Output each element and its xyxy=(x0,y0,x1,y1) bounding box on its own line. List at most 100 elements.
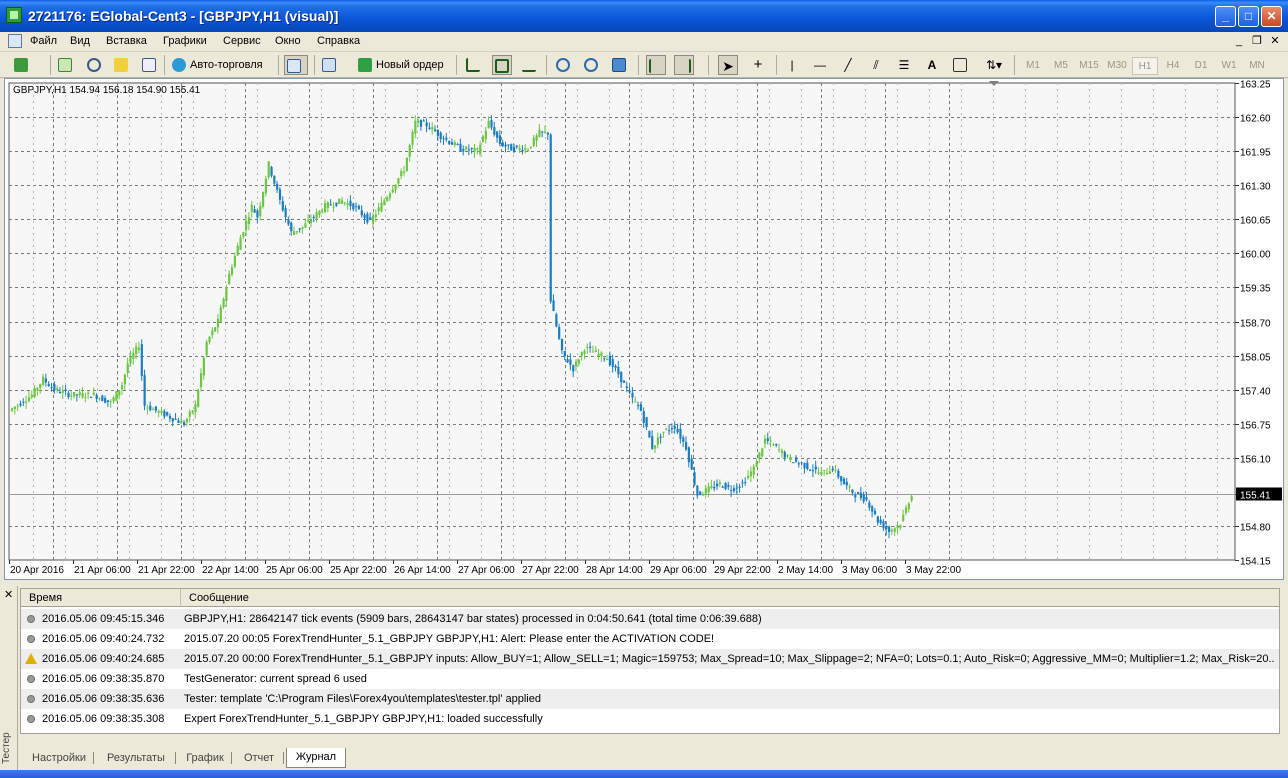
timeframe-d1[interactable]: D1 xyxy=(1188,57,1214,75)
timeframe-mn[interactable]: MN xyxy=(1244,57,1270,75)
candle-body xyxy=(13,406,17,410)
tile-windows-button[interactable] xyxy=(610,55,630,75)
col-time-header[interactable]: Время xyxy=(21,589,181,607)
y-tick-label: 158.05 xyxy=(1240,353,1271,364)
terminal-button[interactable] xyxy=(140,55,160,75)
maximize-button[interactable]: □ xyxy=(1238,6,1259,27)
timeframe-h1[interactable]: H1 xyxy=(1132,57,1158,75)
chart-window[interactable]: 163.25 162.60 161.95 161.30 160.65 160.00 159.… xyxy=(4,78,1284,580)
candle-body xyxy=(109,401,112,403)
mdi-minimize-button[interactable]: _ xyxy=(1232,34,1246,48)
candle-body xyxy=(143,375,146,406)
close-button[interactable]: ✕ xyxy=(1261,6,1282,27)
equidistant-channel-button[interactable]: ⫽ xyxy=(866,55,886,75)
y-tick-label: 155.41 xyxy=(1240,491,1271,502)
autotrading-button[interactable]: Авто-торговля xyxy=(170,55,274,75)
candle-body xyxy=(216,318,220,328)
zoom-out-button[interactable] xyxy=(582,55,602,75)
timeframe-m30[interactable]: M30 xyxy=(1104,57,1130,75)
panel-close-button[interactable]: ✕ xyxy=(4,588,13,601)
candle-body xyxy=(33,387,36,397)
candle-body xyxy=(126,363,129,373)
candle-body xyxy=(439,132,442,139)
horizontal-line-button[interactable]: — xyxy=(810,55,830,75)
line-chart-button[interactable] xyxy=(520,55,540,75)
candlestick-button[interactable] xyxy=(492,55,512,75)
candle-body xyxy=(22,401,25,403)
cursor-tool-button[interactable]: ➤ xyxy=(718,55,738,75)
data-window-button[interactable] xyxy=(85,55,105,75)
price-chart[interactable]: 163.25 162.60 161.95 161.30 160.65 160.00 159.… xyxy=(5,79,1283,579)
log-message: TestGenerator: current spread 6 used xyxy=(184,673,367,685)
candle-body xyxy=(281,201,284,211)
y-tick-label: 161.30 xyxy=(1240,182,1271,193)
market-watch-button[interactable] xyxy=(56,55,76,75)
mdi-restore-button[interactable]: ❐ xyxy=(1250,34,1264,48)
log-row[interactable]: 2016.05.06 09:38:35.870 TestGenerator: cu… xyxy=(21,669,1279,689)
log-time: 2016.05.06 09:40:24.685 xyxy=(42,653,165,665)
candle-body xyxy=(591,351,595,353)
candle-body xyxy=(699,491,702,495)
new-chart-button[interactable] xyxy=(12,55,42,75)
candle-body xyxy=(755,463,758,467)
strategy-tester-button[interactable] xyxy=(284,55,308,75)
chart-template-button[interactable] xyxy=(320,55,350,75)
minimize-button[interactable]: _ xyxy=(1215,6,1236,27)
menu-view[interactable]: Вид xyxy=(70,35,90,47)
menu-insert[interactable]: Вставка xyxy=(106,35,147,47)
menu-help[interactable]: Справка xyxy=(317,35,360,47)
candle-body xyxy=(112,397,115,402)
tab-graph[interactable]: График xyxy=(180,749,232,767)
candle-body xyxy=(620,371,623,383)
col-message-header[interactable]: Сообщение xyxy=(181,589,1279,607)
plot-area[interactable] xyxy=(8,82,1236,561)
log-row[interactable]: 2016.05.06 09:40:24.685 2015.07.20 00:00 … xyxy=(21,649,1279,669)
timeframe-m5[interactable]: M5 xyxy=(1048,57,1074,75)
crosshair-tool-button[interactable]: + xyxy=(748,55,768,75)
timeframe-h4[interactable]: H4 xyxy=(1160,57,1186,75)
new-order-button[interactable]: Новый ордер xyxy=(356,55,448,75)
y-tick-label: 159.35 xyxy=(1240,284,1271,295)
mdi-close-button[interactable]: ✕ xyxy=(1268,34,1282,48)
candle-body xyxy=(465,146,468,150)
auto-scroll-button[interactable] xyxy=(646,55,666,75)
fibonacci-button[interactable]: ☰ xyxy=(894,55,914,75)
menu-tools[interactable]: Сервис xyxy=(223,35,261,47)
candle-body xyxy=(876,516,879,523)
timeframe-m1[interactable]: M1 xyxy=(1020,57,1046,75)
candle-body xyxy=(366,213,369,223)
text-label-button[interactable] xyxy=(950,55,970,75)
candle-body xyxy=(566,359,569,363)
candle-body xyxy=(391,189,394,193)
menu-file[interactable]: Файл xyxy=(30,35,57,47)
timeframe-w1[interactable]: W1 xyxy=(1216,57,1242,75)
candle-body xyxy=(259,205,262,217)
taskbar xyxy=(0,770,1288,778)
chart-shift-button[interactable] xyxy=(674,55,694,75)
log-row[interactable]: 2016.05.06 09:40:24.732 2015.07.20 00:05 … xyxy=(21,629,1279,649)
document-icon[interactable] xyxy=(8,34,22,48)
template-icon xyxy=(322,58,336,72)
tab-journal[interactable]: Журнал xyxy=(286,748,346,768)
menu-charts[interactable]: Графики xyxy=(163,35,207,47)
tab-results[interactable]: Результаты xyxy=(98,749,176,767)
timeframe-m15[interactable]: M15 xyxy=(1076,57,1102,75)
candle-body xyxy=(318,210,321,216)
text-tool-button[interactable]: A xyxy=(922,55,942,75)
log-row[interactable]: 2016.05.06 09:45:15.346 GBPJPY,H1: 286421… xyxy=(21,609,1279,629)
vertical-line-button[interactable]: | xyxy=(782,55,802,75)
trend-line-button[interactable]: ╱ xyxy=(838,55,858,75)
candle-body xyxy=(730,490,733,492)
bar-chart-button[interactable] xyxy=(464,55,484,75)
navigator-button[interactable] xyxy=(112,55,132,75)
menu-window[interactable]: Окно xyxy=(275,35,301,47)
tab-report[interactable]: Отчет xyxy=(236,749,284,767)
log-time: 2016.05.06 09:38:35.636 xyxy=(42,693,165,705)
arrows-button[interactable]: ⇅▾ xyxy=(980,55,1008,75)
zoom-in-button[interactable] xyxy=(554,55,574,75)
candle-body xyxy=(778,449,781,451)
tab-settings[interactable]: Настройки xyxy=(26,749,94,767)
log-row[interactable]: 2016.05.06 09:38:35.308 Expert ForexTrend… xyxy=(21,709,1279,729)
log-row[interactable]: 2016.05.06 09:38:35.636 Tester: template … xyxy=(21,689,1279,709)
journal-log[interactable]: Время Сообщение 2016.05.06 09:45:15.346 G… xyxy=(20,588,1280,734)
